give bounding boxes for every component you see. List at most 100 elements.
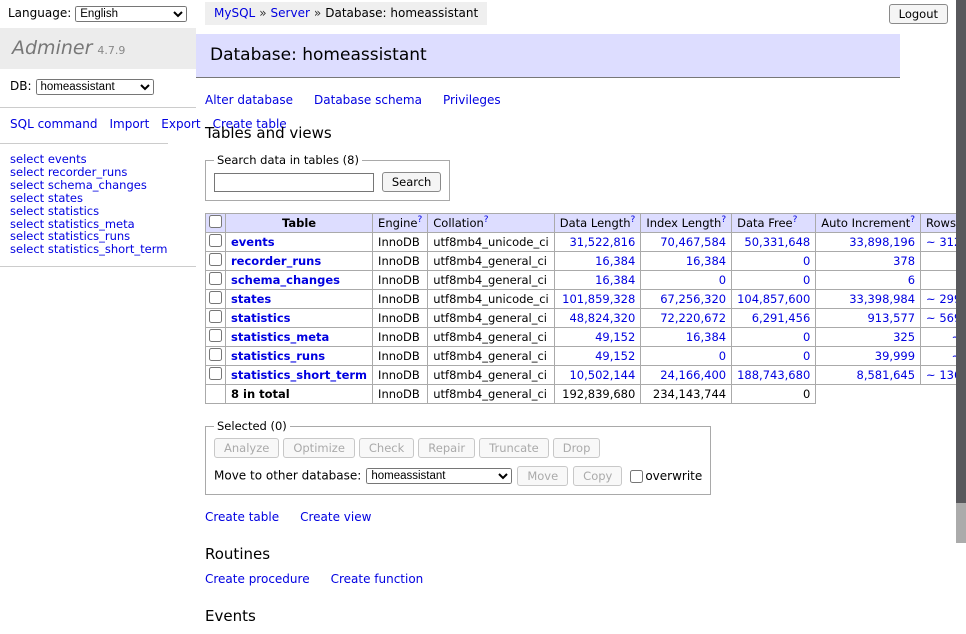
index-length-link[interactable]: 67,256,320: [660, 292, 726, 306]
move-db-select[interactable]: homeassistant: [366, 468, 512, 484]
table-name-link[interactable]: recorder_runs: [231, 254, 321, 268]
database-action-link[interactable]: Privileges: [443, 93, 501, 107]
data-length-link[interactable]: 49,152: [595, 349, 635, 363]
sidebar-select-link[interactable]: select recorder_runs: [10, 166, 186, 179]
data-free-link[interactable]: 0: [803, 254, 810, 268]
row-checkbox[interactable]: [209, 367, 222, 380]
auto-increment-link[interactable]: 33,898,196: [849, 235, 915, 249]
database-action-link[interactable]: Alter database: [205, 93, 293, 107]
row-checkbox[interactable]: [209, 329, 222, 342]
index-length-link-cell: 16,384: [641, 328, 732, 347]
row-checkbox-cell: [206, 233, 226, 252]
auto-increment-link-cell: 39,999: [816, 347, 921, 366]
data-free-link[interactable]: 50,331,648: [744, 235, 810, 249]
overwrite-checkbox[interactable]: [630, 470, 643, 483]
data-length-link[interactable]: 101,859,328: [562, 292, 635, 306]
routine-link[interactable]: Create function: [331, 572, 424, 586]
sidebar-action-link[interactable]: SQL command: [10, 117, 97, 131]
sidebar-select-link[interactable]: select statistics: [10, 205, 186, 218]
table-name-link[interactable]: schema_changes: [231, 273, 340, 287]
sidebar-select-link[interactable]: select statistics_short_term: [10, 243, 186, 256]
breadcrumb-separator: »: [259, 6, 266, 20]
data-length-link[interactable]: 16,384: [595, 254, 635, 268]
data-free-link[interactable]: 104,857,600: [737, 292, 810, 306]
search-input[interactable]: [214, 173, 374, 192]
table-name-link[interactable]: statistics_short_term: [231, 368, 367, 382]
row-checkbox[interactable]: [209, 310, 222, 323]
column-help-link[interactable]: ?: [793, 215, 798, 225]
row-checkbox-cell: [206, 347, 226, 366]
auto-increment-link[interactable]: 325: [893, 330, 915, 344]
data-free-link[interactable]: 6,291,456: [752, 311, 811, 325]
create-link[interactable]: Create table: [205, 510, 279, 524]
index-length-link[interactable]: 0: [719, 349, 726, 363]
index-length-link[interactable]: 0: [719, 273, 726, 287]
tables-tbody: eventsInnoDButf8mb4_unicode_ci31,522,816…: [206, 233, 966, 404]
db-select[interactable]: homeassistant: [36, 79, 154, 95]
sidebar-action-link[interactable]: Import: [109, 117, 149, 131]
sidebar-action-link[interactable]: Export: [161, 117, 200, 131]
row-checkbox[interactable]: [209, 291, 222, 304]
search-legend: Search data in tables (8): [214, 153, 362, 167]
routine-link[interactable]: Create procedure: [205, 572, 310, 586]
overwrite-label: overwrite: [645, 469, 702, 483]
auto-increment-link-cell: 8,581,645: [816, 366, 921, 385]
collation-cell: utf8mb4_general_ci: [428, 347, 555, 366]
sidebar-select-link[interactable]: select schema_changes: [10, 179, 186, 192]
row-checkbox[interactable]: [209, 348, 222, 361]
column-help-link[interactable]: ?: [631, 215, 636, 225]
auto-increment-link-cell: 378: [816, 252, 921, 271]
breadcrumb-link-mysql[interactable]: MySQL: [214, 6, 255, 20]
auto-increment-link[interactable]: 6: [908, 273, 915, 287]
sidebar-select-link[interactable]: select states: [10, 192, 186, 205]
engine-cell: InnoDB: [373, 366, 428, 385]
total-collation-cell: utf8mb4_general_ci: [428, 385, 555, 404]
auto-increment-link[interactable]: 8,581,645: [857, 368, 916, 382]
column-help-link[interactable]: ?: [721, 215, 726, 225]
data-length-link[interactable]: 49,152: [595, 330, 635, 344]
index-length-link[interactable]: 16,384: [686, 330, 726, 344]
table-name-link[interactable]: statistics_meta: [231, 330, 329, 344]
database-action-link[interactable]: Database schema: [314, 93, 422, 107]
data-free-link[interactable]: 0: [803, 330, 810, 344]
auto-increment-link[interactable]: 39,999: [875, 349, 915, 363]
data-length-link[interactable]: 10,502,144: [569, 368, 635, 382]
table-name-link[interactable]: states: [231, 292, 271, 306]
column-help-link[interactable]: ?: [910, 215, 915, 225]
index-length-link[interactable]: 72,220,672: [660, 311, 726, 325]
scrollbar-thumb[interactable]: [956, 0, 966, 503]
auto-increment-link[interactable]: 378: [893, 254, 915, 268]
row-checkbox[interactable]: [209, 234, 222, 247]
column-help-link[interactable]: ?: [484, 215, 489, 225]
engine-cell: InnoDB: [373, 233, 428, 252]
data-length-link[interactable]: 16,384: [595, 273, 635, 287]
index-length-link[interactable]: 16,384: [686, 254, 726, 268]
data-free-link[interactable]: 188,743,680: [737, 368, 810, 382]
table-row: schema_changesInnoDButf8mb4_general_ci16…: [206, 271, 966, 290]
breadcrumb-link-server[interactable]: Server: [271, 6, 310, 20]
auto-increment-link-cell: 913,577: [816, 309, 921, 328]
select-all-checkbox[interactable]: [209, 215, 222, 228]
data-free-link[interactable]: 0: [803, 273, 810, 287]
table-name-link[interactable]: statistics_runs: [231, 349, 325, 363]
data-free-link[interactable]: 0: [803, 349, 810, 363]
row-checkbox[interactable]: [209, 272, 222, 285]
index-length-link-cell: 70,467,584: [641, 233, 732, 252]
table-name-link[interactable]: statistics: [231, 311, 291, 325]
column-header-label: Table: [282, 216, 316, 230]
column-help-link[interactable]: ?: [417, 215, 422, 225]
create-link[interactable]: Create view: [300, 510, 371, 524]
row-checkbox[interactable]: [209, 253, 222, 266]
auto-increment-link[interactable]: 913,577: [867, 311, 915, 325]
search-button[interactable]: Search: [382, 172, 442, 192]
table-name-link[interactable]: events: [231, 235, 275, 249]
index-length-link[interactable]: 70,467,584: [660, 235, 726, 249]
table-name-cell: schema_changes: [226, 271, 373, 290]
data-length-link[interactable]: 31,522,816: [569, 235, 635, 249]
data-length-link[interactable]: 48,824,320: [569, 311, 635, 325]
sidebar-select-link[interactable]: select events: [10, 153, 186, 166]
auto-increment-link[interactable]: 33,398,984: [849, 292, 915, 306]
table-row: eventsInnoDButf8mb4_unicode_ci31,522,816…: [206, 233, 966, 252]
language-select[interactable]: English: [75, 6, 187, 22]
index-length-link[interactable]: 24,166,400: [660, 368, 726, 382]
